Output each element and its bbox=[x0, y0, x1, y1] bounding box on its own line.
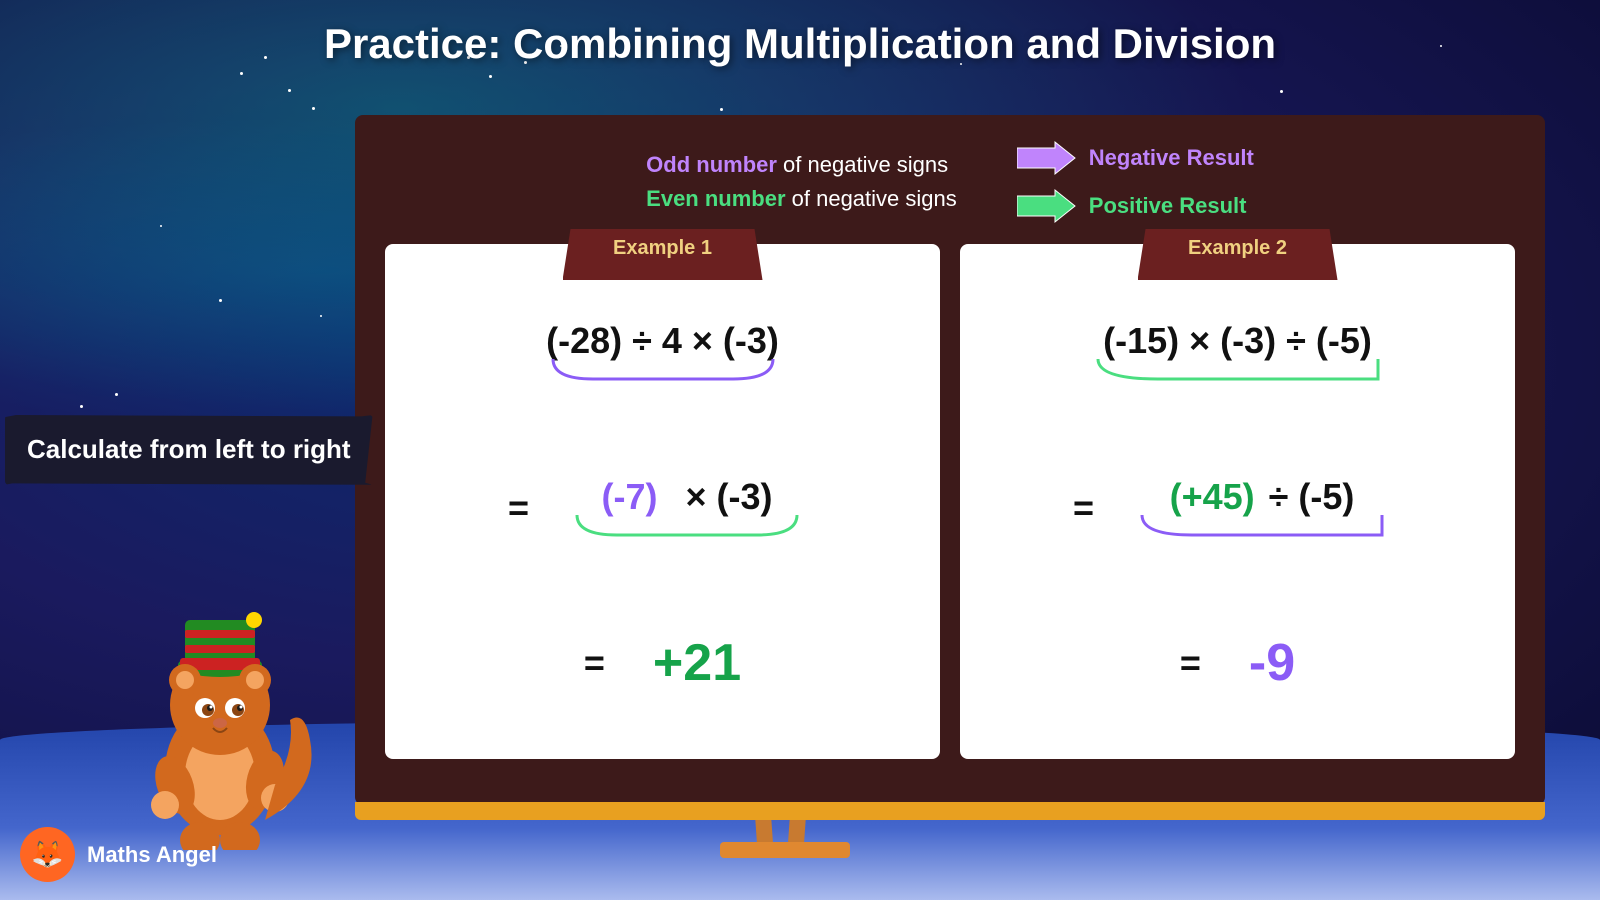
positive-result-label: Positive Result bbox=[1089, 193, 1247, 219]
example1-step1: = (-7) × (-3) bbox=[508, 476, 817, 540]
page-title: Practice: Combining Multiplication and D… bbox=[0, 20, 1600, 68]
negative-result-label: Negative Result bbox=[1089, 145, 1254, 171]
example1-step1-block: (-7) × (-3) bbox=[557, 476, 817, 540]
calculate-note: Calculate from left to right bbox=[5, 415, 373, 485]
example2-result-row: = -9 bbox=[1180, 633, 1295, 693]
example2-brace1 bbox=[1078, 354, 1398, 384]
example1-result: +21 bbox=[653, 633, 741, 693]
example1-result-row: = +21 bbox=[584, 633, 741, 693]
negative-arrow-icon bbox=[1017, 140, 1077, 176]
example2-wrapper: Example 2 (-15) × (-3) ÷ (-5) = bbox=[960, 244, 1515, 759]
positive-result-row: Positive Result bbox=[1017, 188, 1247, 224]
odd-highlight: Odd number bbox=[646, 152, 777, 177]
rules-text: Odd number of negative signs Even number… bbox=[646, 152, 957, 212]
example2-card: (-15) × (-3) ÷ (-5) = (+45) ÷ (-5) bbox=[960, 244, 1515, 759]
character-squirrel bbox=[120, 590, 320, 850]
logo-text: Maths Angel bbox=[87, 842, 217, 868]
rule-even: Even number of negative signs bbox=[646, 186, 957, 212]
example2-brace2 bbox=[1122, 510, 1402, 540]
example2-expr1-block: (-15) × (-3) ÷ (-5) bbox=[1078, 320, 1398, 384]
rules-arrows: Negative Result Positive Result bbox=[1017, 140, 1254, 224]
board-bottom-bar bbox=[355, 802, 1545, 820]
rule-odd: Odd number of negative signs bbox=[646, 152, 957, 178]
negative-result-row: Negative Result bbox=[1017, 140, 1254, 176]
example2-step1: = (+45) ÷ (-5) bbox=[1073, 476, 1402, 540]
squirrel-svg bbox=[120, 590, 320, 850]
example2-equals1: = bbox=[1073, 487, 1094, 529]
examples-container: Example 1 (-28) ÷ 4 × (-3) = bbox=[385, 244, 1515, 759]
board-base bbox=[720, 842, 850, 858]
example1-tab: Example 1 bbox=[563, 229, 763, 280]
logo-area: 🦊 Maths Angel bbox=[20, 827, 217, 882]
positive-arrow-icon bbox=[1017, 188, 1077, 224]
example2-equals2: = bbox=[1180, 642, 1201, 684]
example2-step1-block: (+45) ÷ (-5) bbox=[1122, 476, 1402, 540]
example2-tab: Example 2 bbox=[1138, 229, 1338, 280]
example1-equals1: = bbox=[508, 487, 529, 529]
example1-brace1 bbox=[533, 354, 793, 384]
main-board: Odd number of negative signs Even number… bbox=[355, 115, 1545, 805]
even-highlight: Even number bbox=[646, 186, 785, 211]
example1-equals2: = bbox=[584, 642, 605, 684]
rules-section: Odd number of negative signs Even number… bbox=[385, 140, 1515, 224]
example1-card: (-28) ÷ 4 × (-3) = (-7) bbox=[385, 244, 940, 759]
example2-result: -9 bbox=[1249, 633, 1295, 693]
logo-icon: 🦊 bbox=[20, 827, 75, 882]
example1-brace2 bbox=[557, 510, 817, 540]
example1-wrapper: Example 1 (-28) ÷ 4 × (-3) = bbox=[385, 244, 940, 759]
example1-expr1-block: (-28) ÷ 4 × (-3) bbox=[533, 320, 793, 384]
